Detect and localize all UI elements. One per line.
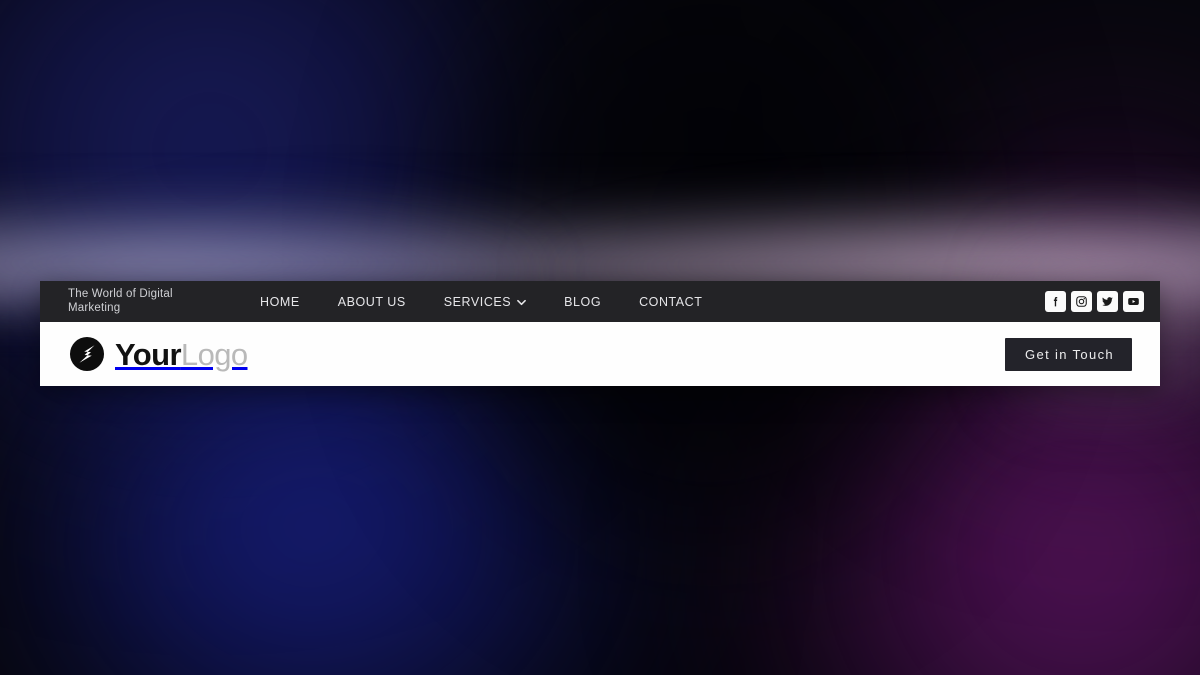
brand-wordmark-strong: Your	[115, 336, 182, 372]
twitter-icon	[1101, 295, 1114, 308]
social-link-youtube[interactable]	[1123, 291, 1144, 312]
header-brand-bar: YourLogo Get in Touch	[40, 322, 1160, 386]
facebook-icon	[1049, 295, 1062, 308]
logo-mark-icon	[68, 335, 106, 373]
nav-item-about-us-label: ABOUT US	[337, 294, 406, 309]
site-tagline-line-2: Marketing	[68, 301, 121, 314]
nav-item-home-label: HOME	[260, 294, 300, 309]
nav-item-about-us[interactable]: ABOUT US	[338, 295, 406, 309]
nav-item-home[interactable]: HOME	[260, 295, 300, 309]
nav-item-blog-label: BLOG	[564, 294, 602, 309]
site-tagline: The World of Digital Marketing	[68, 288, 218, 315]
social-link-facebook[interactable]	[1045, 291, 1066, 312]
chevron-down-icon	[517, 298, 527, 307]
header-top-bar: The World of Digital Marketing HOME ABOU…	[40, 281, 1160, 322]
social-link-instagram[interactable]	[1071, 291, 1092, 312]
header-glow-band-cool	[0, 212, 540, 290]
social-link-twitter[interactable]	[1097, 291, 1118, 312]
nav-item-contact-label: CONTACT	[639, 294, 703, 309]
instagram-icon	[1075, 295, 1088, 308]
social-links	[1045, 291, 1144, 312]
get-in-touch-button[interactable]: Get in Touch	[1005, 337, 1132, 371]
background-blob-blue	[30, 350, 650, 675]
nav-item-services[interactable]: SERVICES	[443, 294, 527, 309]
nav-item-services-label: SERVICES	[443, 294, 512, 309]
site-tagline-line-1: The World of Digital	[68, 287, 173, 300]
youtube-icon	[1127, 295, 1140, 308]
main-navigation: HOME ABOUT US SERVICES BLOG CONTACT	[260, 295, 1045, 309]
brand-wordmark: YourLogo	[115, 339, 248, 370]
nav-item-contact[interactable]: CONTACT	[639, 295, 702, 309]
brand-wordmark-light: Logo	[180, 336, 248, 372]
brand-logo[interactable]: YourLogo	[68, 335, 248, 373]
nav-item-blog[interactable]: BLOG	[564, 295, 601, 309]
site-header: The World of Digital Marketing HOME ABOU…	[40, 281, 1160, 386]
